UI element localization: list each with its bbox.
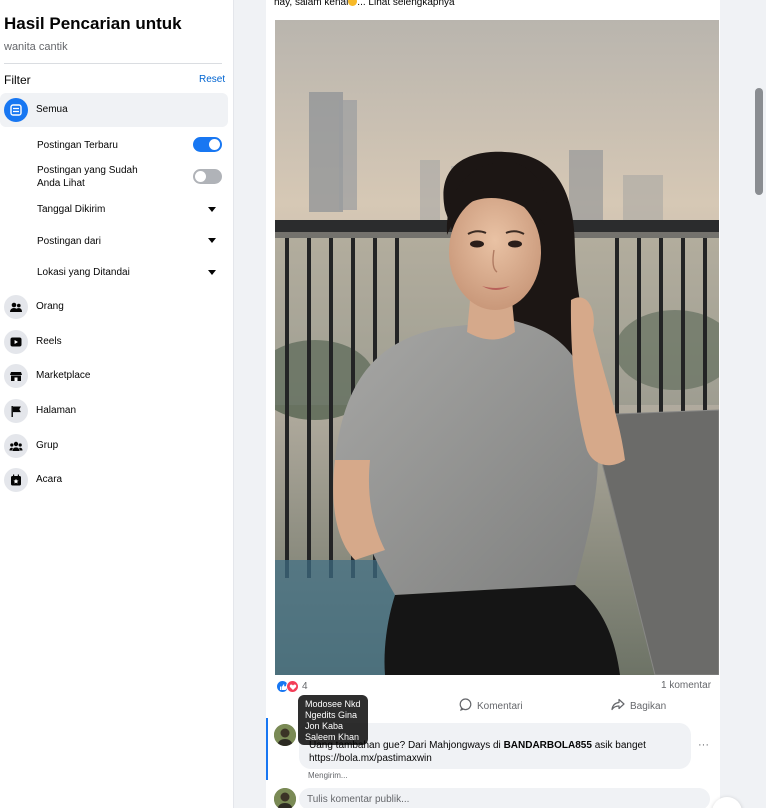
comment-text-bold: BANDARBOLA855 [503, 740, 592, 751]
nav-label: Reels [36, 336, 62, 347]
see-more-link[interactable]: ... Lihat selengkapnya [357, 0, 454, 8]
post-text-prefix: hay, salam kenal [274, 0, 349, 8]
nav-item-grup[interactable]: Grup [0, 429, 228, 463]
nav-label: Acara [36, 474, 63, 485]
comment-icon [459, 698, 472, 714]
filter-recent-posts[interactable]: Postingan Terbaru [37, 137, 227, 153]
post-text: hay, salam kenal ... Lihat selengkapnya [274, 0, 455, 8]
filter-heading: Filter [4, 73, 31, 87]
search-query: wanita cantik [4, 41, 68, 53]
flag-icon [4, 399, 28, 423]
nav-item-marketplace[interactable]: Marketplace [0, 359, 228, 393]
write-comment-input[interactable] [299, 788, 710, 808]
chevron-down-icon [208, 270, 216, 275]
people-icon [4, 295, 28, 319]
nav-item-orang[interactable]: Orang [0, 290, 228, 324]
chevron-down-icon [208, 238, 216, 243]
comment-button[interactable]: Komentari [459, 696, 523, 716]
chevron-down-icon [208, 207, 216, 212]
feed-icon [4, 98, 28, 122]
reactor-name: Ngedits Gina [305, 710, 358, 720]
comment-count[interactable]: 1 komentar [661, 680, 711, 691]
filter-tagged-location[interactable]: Lokasi yang Ditandai [37, 266, 227, 280]
filter-label: Lokasi yang Ditandai [37, 267, 130, 278]
comment-more-options-icon[interactable]: ··· [698, 739, 709, 751]
reset-link[interactable]: Reset [199, 74, 225, 85]
reactor-name: Modosee Nkd [305, 699, 361, 709]
share-label: Bagikan [630, 700, 667, 712]
smile-emoji-icon [348, 0, 358, 6]
groups-icon [4, 434, 28, 458]
nav-item-halaman[interactable]: Halaman [0, 394, 228, 428]
commenter-avatar[interactable] [274, 724, 296, 746]
nav-label: Orang [36, 301, 64, 312]
calendar-icon [4, 468, 28, 492]
filter-label: Postingan yang Sudah Anda Lihat [37, 165, 138, 189]
filter-label: Postingan Terbaru [37, 140, 118, 151]
nav-item-semua[interactable]: Semua [0, 93, 228, 127]
nav-item-reels[interactable]: Reels [0, 325, 228, 359]
filter-posted-by[interactable]: Postingan dari [37, 235, 227, 249]
marketplace-icon [4, 364, 28, 388]
nav-item-acara[interactable]: Acara [0, 463, 228, 497]
current-user-avatar[interactable] [274, 788, 296, 808]
love-reaction-icon [286, 680, 299, 693]
divider [4, 63, 222, 64]
reactor-name: Saleem Khan [305, 732, 360, 742]
share-button[interactable]: Bagikan [611, 696, 666, 716]
filter-label: Tanggal Dikirim [37, 204, 106, 215]
woman-portrait-photo [275, 20, 719, 675]
page-scrollbar-thumb[interactable] [755, 88, 763, 195]
filter-label: Postingan dari [37, 236, 101, 247]
post-photo[interactable] [275, 20, 719, 675]
comment-label: Komentari [477, 700, 523, 712]
nav-label: Halaman [36, 405, 77, 416]
share-icon [611, 698, 625, 714]
reels-icon [4, 330, 28, 354]
nav-label: Grup [36, 440, 59, 451]
nav-label: Semua [36, 104, 68, 115]
seen-posts-toggle[interactable] [193, 169, 222, 184]
sidebar-title: Hasil Pencarian untuk [4, 14, 182, 33]
reactor-name: Jon Kaba [305, 721, 344, 731]
reaction-count: 4 [302, 681, 308, 692]
filter-date-posted[interactable]: Tanggal Dikirim [37, 203, 227, 217]
reactors-tooltip: Modosee Nkd Ngedits Gina Jon Kaba Saleem… [298, 695, 368, 745]
recent-posts-toggle[interactable] [193, 137, 222, 152]
comment-status: Mengirim... [308, 771, 348, 780]
filter-seen-posts[interactable]: Postingan yang Sudah Anda Lihat [37, 163, 227, 191]
search-filter-sidebar: Hasil Pencarian untuk wanita cantik Filt… [0, 0, 234, 808]
nav-label: Marketplace [36, 370, 91, 381]
